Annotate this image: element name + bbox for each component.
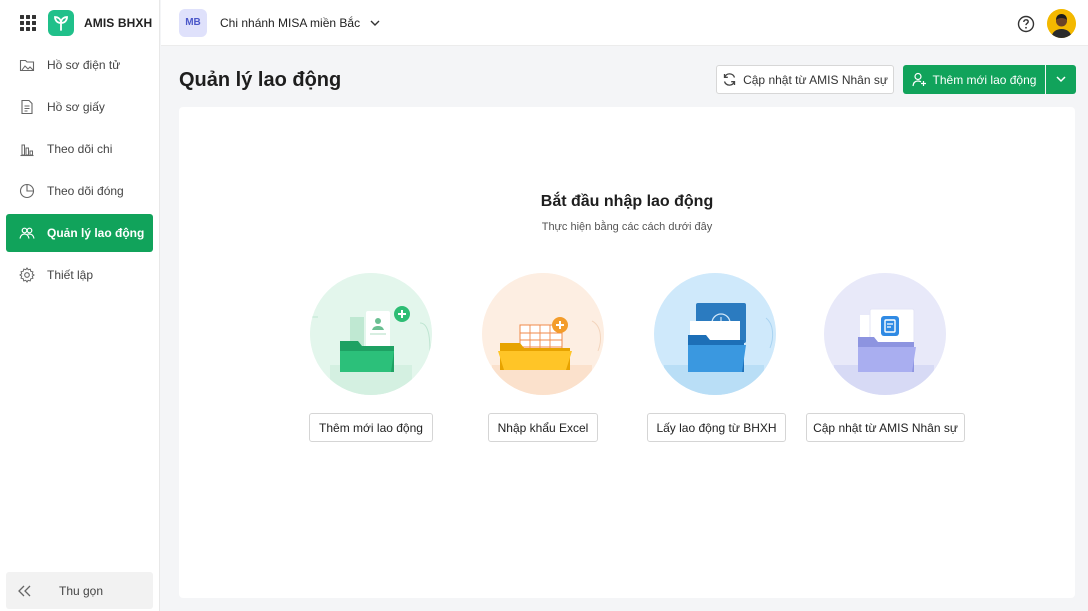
double-chevron-left-icon (18, 585, 31, 596)
sidebar-item-label: Hồ sơ giấy (47, 100, 105, 114)
sync-button-label: Cập nhật từ AMIS Nhân sự (743, 72, 888, 87)
fetch-bhxh-option-button[interactable]: Lấy lao động từ BHXH (647, 413, 786, 442)
sidebar-nav: Hồ sơ điện tử Hồ sơ giấy Theo dõi chi Th… (0, 46, 159, 294)
sidebar-item-track-expenses[interactable]: Theo dõi chi (6, 130, 153, 168)
branch-name[interactable]: Chi nhánh MISA miền Bắc (220, 16, 360, 30)
chevron-down-icon[interactable] (370, 20, 380, 27)
document-icon (21, 99, 33, 115)
add-button-label: Thêm mới lao động (932, 72, 1037, 87)
add-user-icon (911, 72, 926, 87)
help-icon[interactable] (1017, 15, 1035, 33)
option-label: Lấy lao động từ BHXH (656, 420, 777, 435)
sync-from-amis-hr-button[interactable]: Cập nhật từ AMIS Nhân sự (716, 65, 894, 94)
app-grid-icon[interactable] (20, 15, 36, 31)
branch-avatar[interactable]: MB (179, 8, 207, 37)
sidebar-item-label: Thiết lập (47, 268, 94, 282)
pie-chart-icon (19, 183, 35, 199)
chevron-down-icon (1056, 76, 1066, 83)
collapse-sidebar-button[interactable]: Thu gọn (6, 572, 153, 609)
option-add-employee: Thêm mới lao động (281, 273, 461, 442)
add-employee-illustration (310, 273, 432, 395)
sidebar-item-settings[interactable]: Thiết lập (6, 256, 153, 294)
users-icon (19, 227, 35, 239)
add-options-dropdown-button[interactable] (1046, 65, 1076, 94)
folder-icon (19, 59, 35, 72)
option-label: Nhập khẩu Excel (497, 420, 589, 435)
sidebar-item-paper-records[interactable]: Hồ sơ giấy (6, 88, 153, 126)
empty-state-card: Bắt đầu nhập lao động Thực hiện bằng các… (179, 107, 1075, 598)
gear-icon (19, 267, 35, 283)
sidebar-item-label: Hồ sơ điện tử (47, 58, 121, 72)
fetch-bhxh-illustration (654, 273, 776, 395)
brand-bar: AMIS BHXH (0, 0, 159, 46)
sidebar-item-track-contributions[interactable]: Theo dõi đóng (6, 172, 153, 210)
option-label: Thêm mới lao động (319, 420, 423, 435)
bar-chart-icon (20, 144, 34, 157)
top-bar: MB Chi nhánh MISA miền Bắc (161, 0, 1088, 46)
sidebar-item-electronic-records[interactable]: Hồ sơ điện tử (6, 46, 153, 84)
option-sync-amis-hr: Cập nhật từ AMIS Nhân sự (795, 273, 975, 442)
brand-name: AMIS BHXH (84, 16, 153, 30)
empty-state-subtitle: Thực hiện bằng các cách dưới đây (541, 221, 713, 233)
sync-amis-hr-illustration (824, 273, 946, 395)
option-import-excel: Nhập khẩu Excel (453, 273, 633, 442)
sync-amis-hr-option-button[interactable]: Cập nhật từ AMIS Nhân sự (806, 413, 965, 442)
sync-icon (723, 73, 736, 86)
sidebar-item-label: Theo dõi đóng (47, 184, 124, 198)
import-excel-option-button[interactable]: Nhập khẩu Excel (488, 413, 598, 442)
page-title: Quản lý lao động (179, 69, 342, 91)
add-employee-option-button[interactable]: Thêm mới lao động (309, 413, 433, 442)
amis-logo-icon (48, 10, 74, 36)
empty-state-title: Bắt đầu nhập lao động (540, 193, 714, 210)
import-excel-illustration (482, 273, 604, 395)
option-label: Cập nhật từ AMIS Nhân sự (813, 420, 958, 435)
sidebar: AMIS BHXH Hồ sơ điện tử Hồ sơ giấy Theo … (0, 0, 160, 611)
option-fetch-from-bhxh: Lấy lao động từ BHXH (625, 273, 805, 442)
top-right-actions (1017, 9, 1076, 38)
sidebar-item-labor-management[interactable]: Quản lý lao động (6, 214, 153, 252)
sidebar-item-label: Theo dõi chi (47, 142, 113, 156)
user-avatar[interactable] (1047, 9, 1076, 38)
sidebar-item-label: Quản lý lao động (47, 226, 145, 240)
add-employee-button[interactable]: Thêm mới lao động (903, 65, 1045, 94)
collapse-label: Thu gọn (59, 583, 104, 598)
